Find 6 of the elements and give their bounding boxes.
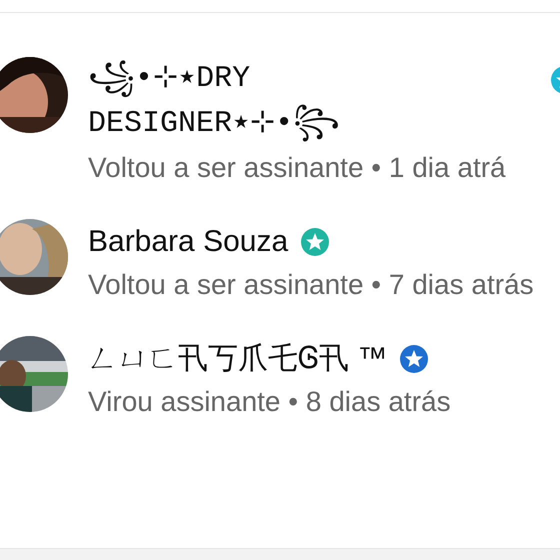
subscriber-name: Barbara Souza — [88, 224, 288, 260]
subscription-status: Voltou a ser assinante • 7 dias atrás — [88, 268, 535, 302]
subscription-status: Voltou a ser assinante • 1 dia atrá — [88, 151, 507, 185]
subscriber-name: ꧁•⊹٭DRY DESIGNER٭⊹•꧂ — [88, 59, 342, 144]
subscription-status: Virou assinante • 8 dias atrás — [88, 385, 452, 419]
subscriber-name: ㄥㄩㄈ卂丂爪乇Ꮆ卂 ™ — [88, 341, 388, 377]
